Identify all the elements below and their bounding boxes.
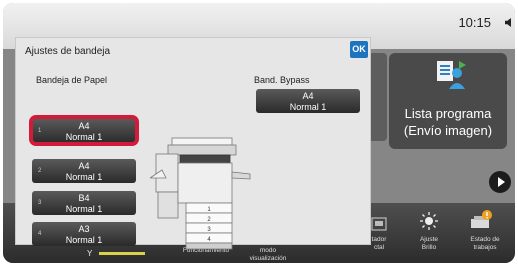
job-status-icon <box>471 210 492 228</box>
ok-button[interactable]: OK <box>350 41 368 58</box>
paper-trays-label: Bandeja de Papel <box>36 75 108 85</box>
counter-icon <box>371 217 387 231</box>
bypass-tray-label: Band. Bypass <box>254 75 310 85</box>
toner-label: Y <box>87 249 93 258</box>
tray-4-button[interactable]: 4 A3 Normal 1 <box>32 222 136 246</box>
tray-paper-type: Normal 1 <box>289 102 327 112</box>
next-page-button[interactable] <box>489 171 511 193</box>
tray-paper-type: Normal 1 <box>65 172 103 182</box>
bypass-tray-button[interactable]: A4 Normal 1 <box>256 89 360 113</box>
brightness-button[interactable]: Ajuste Brillo <box>409 236 449 252</box>
toner-level-bar <box>99 252 145 255</box>
tray-paper-type: Normal 1 <box>65 235 103 245</box>
job-status-button[interactable]: Estado de trabajos <box>461 236 509 252</box>
tray-settings-dialog: Ajustes de bandeja OK Bandeja de Papel B… <box>15 37 371 250</box>
brightness-icon <box>420 212 438 230</box>
device-screen: 10:15 Lista programa (Envío imagen) Y Fu… <box>3 3 515 263</box>
tray-paper-size: B4 <box>78 193 90 203</box>
tray-3-button[interactable]: 3 B4 Normal 1 <box>32 191 136 215</box>
selected-tray-highlight <box>29 115 139 146</box>
clock: 10:15 <box>458 15 491 30</box>
tray-2-button[interactable]: 2 A4 Normal 1 <box>32 159 136 183</box>
program-list-icon <box>437 61 466 89</box>
speaker-icon[interactable] <box>505 18 511 27</box>
tray-paper-type: Normal 1 <box>65 204 103 214</box>
tray-paper-size: A4 <box>302 91 314 101</box>
program-list-label: Lista programa (Envío imagen) <box>403 106 493 138</box>
printer-illustration: 1 2 3 4 <box>150 137 251 250</box>
dialog-title: Ajustes de bandeja <box>25 46 111 57</box>
program-list-tile[interactable]: Lista programa (Envío imagen) <box>389 53 507 149</box>
tray-paper-size: A3 <box>78 224 90 234</box>
tray-paper-size: A4 <box>78 161 90 171</box>
